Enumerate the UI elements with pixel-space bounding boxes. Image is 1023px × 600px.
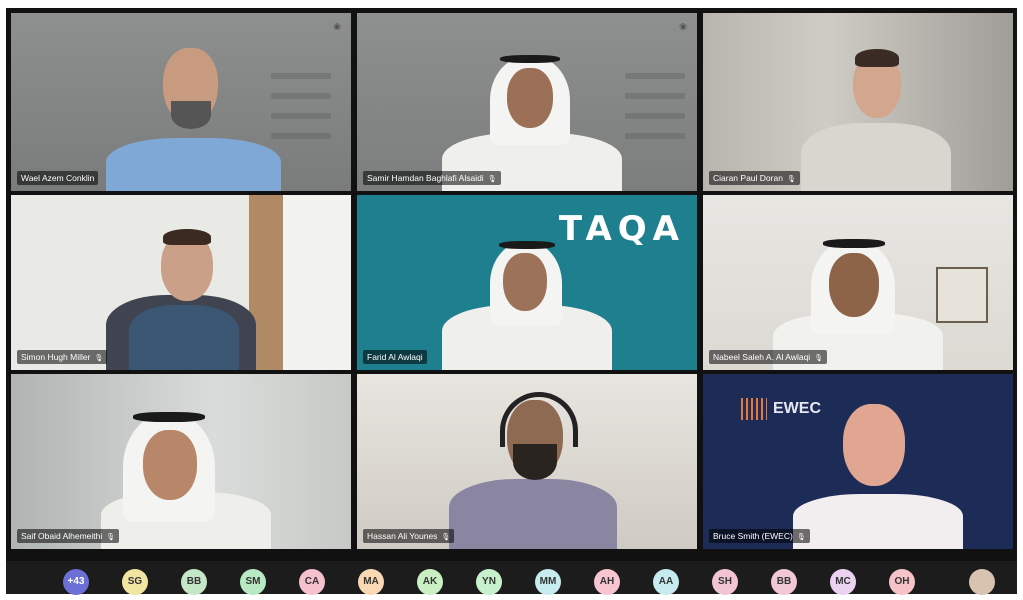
participant-name: Hassan Ali Younes 🎙 [363,529,455,543]
microphone-icon: 🎙 [814,355,824,362]
microphone-icon: 🎙 [786,176,796,183]
video-tile[interactable]: Ciaran Paul Doran 🎙 [703,13,1013,191]
microphone-icon: 🎙 [106,534,116,541]
microphone-icon: 🎙 [796,534,806,541]
taqa-logo: TAQA [558,209,685,249]
participant-name: Nabeel Saleh A. Al Awlaqi 🎙 [709,350,828,364]
participant-avatar[interactable]: CA [299,569,325,595]
video-tile[interactable]: TAQA Farid Al Awlaqi [357,195,697,370]
participant-avatar[interactable]: AH [594,569,620,595]
participant-name: Samir Hamdan Baghlafi Alsaidi 🎙 [363,171,501,185]
participant-name: Farid Al Awlaqi [363,350,427,364]
self-avatar-photo[interactable] [969,569,995,595]
participant-name: Wael Azem Conklin [17,171,99,185]
video-tile[interactable]: Simon Hugh Miller 🎙 [11,195,351,370]
headset-icon [500,392,578,447]
participant-name: Ciaran Paul Doran 🎙 [709,171,800,185]
video-tile[interactable]: ◉ Wael Azem Conklin [11,13,351,191]
overflow-participants-badge[interactable]: +43 [63,569,89,595]
video-tile[interactable]: Saif Obaid Alhemeithi 🎙 [11,374,351,549]
video-tile[interactable]: Nabeel Saleh A. Al Awlaqi 🎙 [703,195,1013,370]
participant-avatar[interactable]: AK [417,569,443,595]
participant-avatar[interactable]: AA [653,569,679,595]
participant-avatar[interactable]: OH [889,569,915,595]
ewec-logo-icon [741,398,767,420]
participant-avatar[interactable]: MA [358,569,384,595]
wall-portrait [936,267,988,323]
participant-avatar[interactable]: BB [181,569,207,595]
video-tile[interactable]: ◉ Samir Hamdan Baghlafi Alsaidi 🎙 [357,13,697,191]
participant-name: Simon Hugh Miller 🎙 [17,350,108,364]
ewec-logo: EWEC [773,400,821,417]
participant-name: Saif Obaid Alhemeithi 🎙 [17,529,120,543]
participant-avatar[interactable]: MM [535,569,561,595]
participant-avatar[interactable]: SM [240,569,266,595]
participant-avatar[interactable]: BB [771,569,797,595]
government-logo-icon: ◉ [679,21,687,31]
video-tile[interactable]: Hassan Ali Younes 🎙 [357,374,697,549]
participant-avatar[interactable]: SH [712,569,738,595]
video-tile[interactable]: EWEC Bruce Smith (EWEC) 🎙 [703,374,1013,549]
participant-strip: +43 SG BB SM CA MA AK YN MM AH AA SH BB … [6,561,1017,595]
microphone-icon: 🎙 [487,176,497,183]
microphone-icon: 🎙 [441,534,451,541]
participant-avatar[interactable]: MC [830,569,856,595]
participant-avatar[interactable]: SG [122,569,148,595]
participant-avatar[interactable]: YN [476,569,502,595]
microphone-icon: 🎙 [94,355,104,362]
participant-name: Bruce Smith (EWEC) 🎙 [709,529,810,543]
government-logo-icon: ◉ [333,21,341,31]
